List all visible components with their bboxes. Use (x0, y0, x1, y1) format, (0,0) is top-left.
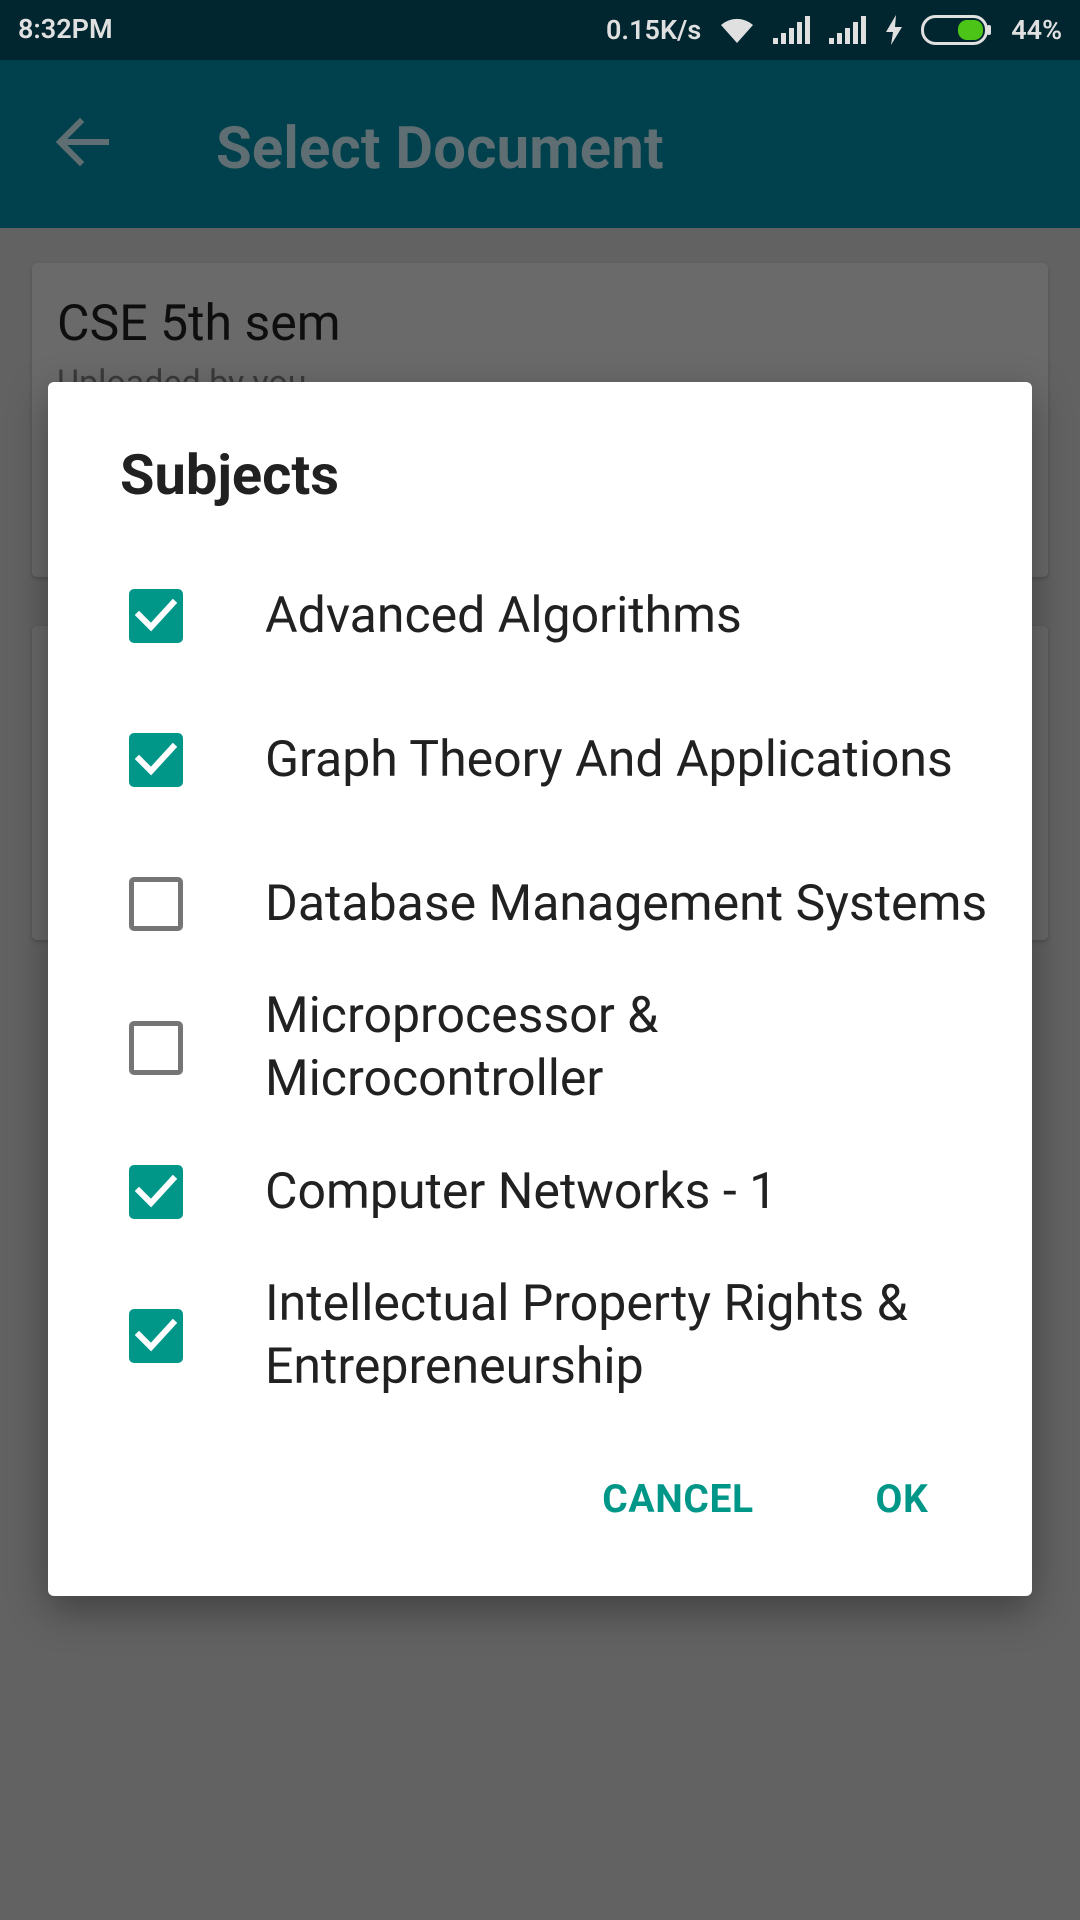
checkmark-icon (135, 742, 177, 776)
cancel-button[interactable]: CANCEL (588, 1467, 768, 1531)
document-card-title: CSE 5th sem (57, 295, 341, 353)
page-title: Select Document (216, 115, 664, 183)
ok-button[interactable]: OK (858, 1467, 946, 1531)
subject-option-advanced-algorithms[interactable]: Advanced Algorithms (48, 546, 1032, 686)
network-speed: 0.15K/s (606, 14, 702, 46)
checkbox[interactable] (129, 1165, 183, 1219)
charging-icon (885, 15, 903, 45)
subject-option-microprocessor[interactable]: Microprocessor & Microcontroller (48, 978, 1032, 1118)
signal-icon (773, 16, 811, 44)
checkbox[interactable] (129, 589, 183, 643)
app-bar: Select Document (0, 60, 1080, 228)
wifi-icon (719, 15, 755, 45)
checkbox[interactable] (129, 1309, 183, 1363)
subject-label: Advanced Algorithms (265, 586, 742, 645)
checkmark-icon (135, 1318, 177, 1352)
status-indicators: 0.15K/s 44% (606, 10, 1062, 50)
battery-percent: 44% (1011, 14, 1062, 46)
subject-option-computer-networks[interactable]: Computer Networks - 1 (48, 1122, 1032, 1262)
battery-icon (921, 15, 993, 45)
battery-fill (958, 20, 984, 40)
subject-option-dbms[interactable]: Database Management Systems (48, 834, 1032, 974)
subject-option-ipr[interactable]: Intellectual Property Rights & Entrepren… (48, 1266, 1032, 1406)
subjects-dialog: Subjects Advanced Algorithms Graph Theor… (48, 382, 1032, 1596)
subject-option-graph-theory[interactable]: Graph Theory And Applications (48, 690, 1032, 830)
back-button[interactable] (48, 114, 116, 174)
subject-label: Computer Networks - 1 (265, 1162, 778, 1221)
signal-icon (829, 16, 867, 44)
checkbox[interactable] (129, 733, 183, 787)
subject-label: Graph Theory And Applications (265, 730, 953, 789)
checkbox[interactable] (129, 877, 183, 931)
checkbox[interactable] (129, 1021, 183, 1075)
arrow-left-icon (54, 117, 110, 171)
status-bar: 8:32PM 0.15K/s 44% (0, 0, 1080, 60)
dialog-title: Subjects (120, 442, 340, 508)
status-time: 8:32PM (18, 13, 113, 45)
checkmark-icon (135, 1174, 177, 1208)
subject-label: Microprocessor & Microcontroller (265, 987, 659, 1108)
subject-label: Database Management Systems (265, 874, 988, 933)
checkmark-icon (135, 598, 177, 632)
subject-label: Intellectual Property Rights & Entrepren… (265, 1275, 908, 1396)
